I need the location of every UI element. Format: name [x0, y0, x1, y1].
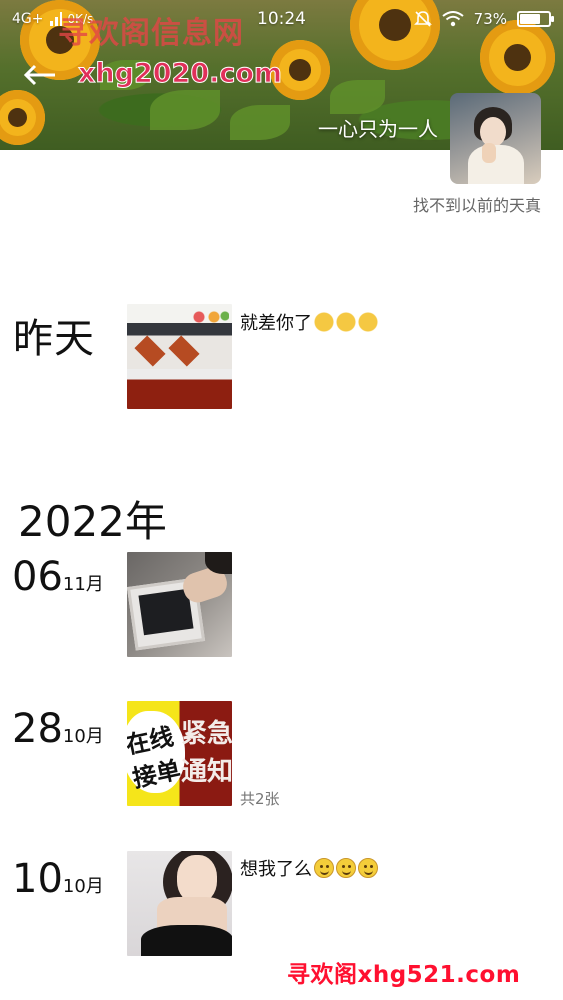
- victory-hand-emoji: [314, 312, 334, 332]
- post-day: 10: [12, 856, 63, 902]
- battery-level: [520, 14, 540, 24]
- wall-flowers: [189, 310, 229, 324]
- wifi-icon: [442, 11, 464, 27]
- post-thumbnail-box[interactable]: [127, 552, 232, 657]
- smile-emoji: [314, 858, 334, 878]
- avatar-face: [480, 117, 506, 147]
- leaf-decoration: [330, 80, 385, 114]
- post-text-content: 就差你了: [240, 313, 312, 334]
- profile-signature: 找不到以前的天真: [412, 196, 541, 215]
- post-thumbnail-notice[interactable]: 在线接单 紧急通知: [127, 701, 232, 806]
- avatar-hand: [482, 143, 496, 163]
- year-label: 2022年: [18, 497, 167, 546]
- post-month: 11月: [62, 574, 104, 595]
- post-day: 06: [12, 554, 63, 600]
- avatar-body: [468, 145, 524, 184]
- face: [177, 855, 217, 903]
- post-day: 28: [12, 706, 63, 752]
- post-text[interactable]: 想我了么: [240, 855, 378, 881]
- profile-nickname: 一心只为一人: [318, 117, 438, 141]
- clothing: [141, 925, 232, 956]
- leaf-decoration: [150, 90, 220, 130]
- photo-count: 共2张: [240, 790, 280, 808]
- notice-text-right: 紧急通知: [181, 719, 232, 787]
- battery-icon: [517, 11, 554, 27]
- avatar[interactable]: [450, 93, 541, 184]
- date-label-yesterday: 昨天: [13, 316, 95, 362]
- watermark-bottom: 寻欢阁xhg521.com: [287, 962, 521, 988]
- watermark-url: xhg2020.com: [77, 58, 283, 90]
- back-arrow-icon: [23, 64, 55, 86]
- post-thumbnail-hotel-room[interactable]: [127, 304, 232, 409]
- victory-hand-emoji: [336, 312, 356, 332]
- watermark-site-name: 寻欢阁信息网: [58, 16, 244, 51]
- post-date: 1010月: [12, 856, 104, 902]
- post-text-content: 想我了么: [240, 859, 312, 880]
- network-type: 4G+: [12, 11, 44, 27]
- post-text[interactable]: 就差你了: [240, 309, 378, 335]
- pillow: [134, 335, 166, 367]
- post-date: 0611月: [12, 554, 104, 600]
- victory-hand-emoji: [358, 312, 378, 332]
- post-month: 10月: [62, 876, 104, 897]
- smile-emoji: [336, 858, 356, 878]
- post-month: 10月: [62, 726, 104, 747]
- battery-percent: 73%: [473, 10, 507, 28]
- post-thumbnail-selfie[interactable]: [127, 851, 232, 956]
- leaf-decoration: [230, 105, 290, 140]
- post-date: 2810月: [12, 706, 104, 752]
- back-button[interactable]: [20, 60, 60, 90]
- bell-mute-icon: [413, 11, 432, 27]
- pillow: [168, 335, 200, 367]
- smile-emoji: [358, 858, 378, 878]
- sunflower-decoration: [0, 90, 45, 145]
